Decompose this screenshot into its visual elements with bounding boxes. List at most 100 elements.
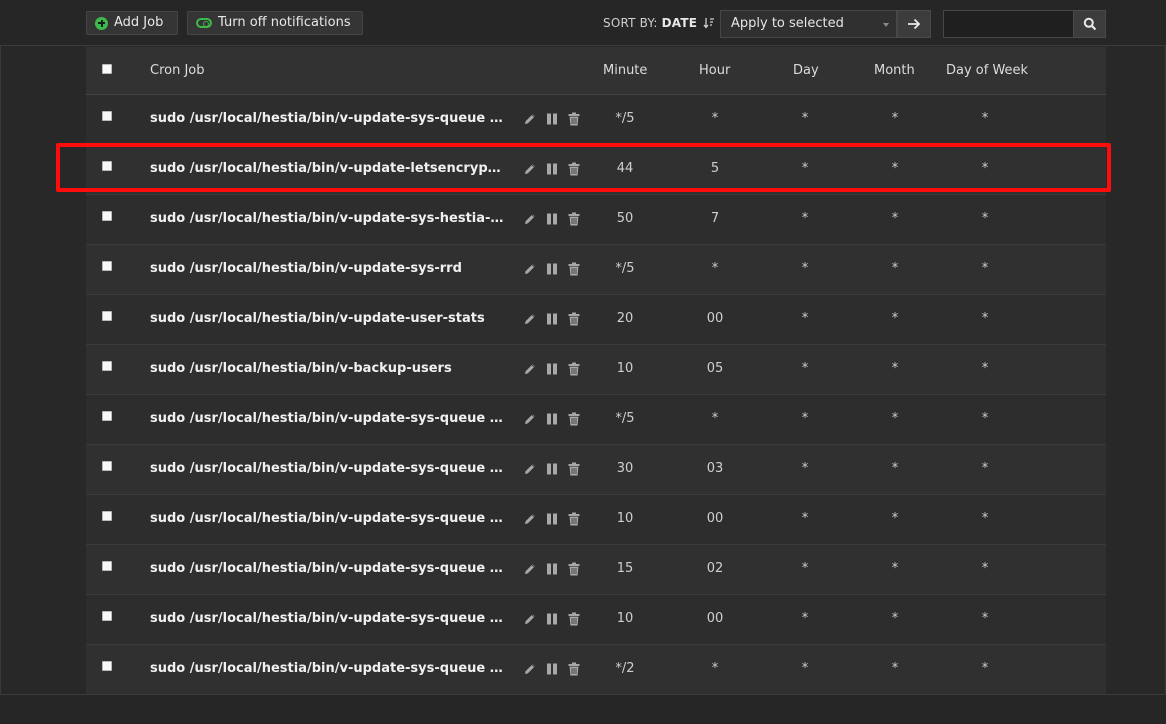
toggle-icon xyxy=(196,18,212,28)
cron-hour: 03 xyxy=(706,461,724,476)
cron-day-of-week: * xyxy=(981,461,989,476)
cron-day-of-week: * xyxy=(981,561,989,576)
cron-day: * xyxy=(801,611,809,626)
cron-month: * xyxy=(891,511,899,526)
cron-command[interactable]: sudo /usr/local/hestia/bin/v-update-sys-… xyxy=(150,261,505,277)
row-checkbox[interactable] xyxy=(102,661,112,671)
toolbar: Add Job Turn off notifications SORT BY: D… xyxy=(0,0,1166,46)
row-checkbox[interactable] xyxy=(102,261,112,271)
cron-command[interactable]: sudo /usr/local/hestia/bin/v-update-sys-… xyxy=(150,211,505,227)
cron-command[interactable]: sudo /usr/local/hestia/bin/v-update-sys-… xyxy=(150,511,505,527)
cron-day: * xyxy=(801,261,809,276)
add-job-button[interactable]: Add Job xyxy=(86,11,178,35)
cron-hour: 00 xyxy=(706,311,724,326)
cron-day-of-week: * xyxy=(981,661,989,676)
row-checkbox[interactable] xyxy=(102,411,112,421)
cron-day: * xyxy=(801,361,809,376)
cron-day-of-week: * xyxy=(981,211,989,226)
cron-hour: * xyxy=(711,261,719,276)
cron-day: * xyxy=(801,561,809,576)
cron-minute: 50 xyxy=(616,211,634,226)
cron-minute: */5 xyxy=(615,261,635,276)
cron-hour: 5 xyxy=(710,161,720,176)
apply-bulk-action-button[interactable] xyxy=(897,10,931,38)
cron-hour: * xyxy=(711,111,719,126)
select-all-checkbox[interactable] xyxy=(102,64,112,74)
bulk-action-selected: Apply to selected xyxy=(731,16,844,31)
table-row: sudo /usr/local/hestia/bin/v-update-sys-… xyxy=(86,545,1106,595)
table-row: sudo /usr/local/hestia/bin/v-update-sys-… xyxy=(86,95,1106,145)
cron-month: * xyxy=(891,611,899,626)
cron-minute: 10 xyxy=(616,611,634,626)
cron-command[interactable]: sudo /usr/local/hestia/bin/v-update-user… xyxy=(150,311,505,327)
row-checkbox[interactable] xyxy=(102,511,112,521)
cron-day-of-week: * xyxy=(981,261,989,276)
cron-day-of-week: * xyxy=(981,111,989,126)
row-checkbox[interactable] xyxy=(102,161,112,171)
row-checkbox[interactable] xyxy=(102,211,112,221)
cron-day-of-week: * xyxy=(981,361,989,376)
row-checkbox[interactable] xyxy=(102,611,112,621)
cron-day-of-week: * xyxy=(981,161,989,176)
row-checkbox[interactable] xyxy=(102,311,112,321)
header-day: Day xyxy=(793,63,819,78)
row-checkbox[interactable] xyxy=(102,561,112,571)
turn-off-notifications-button[interactable]: Turn off notifications xyxy=(187,11,363,35)
cron-hour: 05 xyxy=(706,361,724,376)
cron-command[interactable]: sudo /usr/local/hestia/bin/v-backup-user… xyxy=(150,361,505,377)
header-cron-job: Cron Job xyxy=(150,63,205,78)
table-row: sudo /usr/local/hestia/bin/v-update-sys-… xyxy=(86,645,1106,695)
table-row: sudo /usr/local/hestia/bin/v-update-sys-… xyxy=(86,445,1106,495)
cron-day: * xyxy=(801,461,809,476)
sort-by-label: SORT BY: xyxy=(603,16,658,30)
cron-month: * xyxy=(891,561,899,576)
cron-command[interactable]: sudo /usr/local/hestia/bin/v-update-sys-… xyxy=(150,111,505,127)
cron-minute: 44 xyxy=(616,161,634,176)
cron-day-of-week: * xyxy=(981,311,989,326)
sort-by-control[interactable]: SORT BY: DATE xyxy=(603,16,715,30)
search-button[interactable] xyxy=(1073,10,1106,38)
cron-month: * xyxy=(891,361,899,376)
arrow-right-icon xyxy=(908,18,921,30)
cron-command[interactable]: sudo /usr/local/hestia/bin/v-update-sys-… xyxy=(150,661,505,677)
cron-month: * xyxy=(891,461,899,476)
table-row: sudo /usr/local/hestia/bin/v-update-sys-… xyxy=(86,595,1106,645)
cron-day: * xyxy=(801,211,809,226)
cron-command[interactable]: sudo /usr/local/hestia/bin/v-update-sys-… xyxy=(150,411,505,427)
search-icon xyxy=(1083,17,1096,31)
cron-jobs-table: Cron Job Minute Hour Day Month Day of We… xyxy=(86,47,1106,695)
cron-day-of-week: * xyxy=(981,511,989,526)
table-row: sudo /usr/local/hestia/bin/v-update-sys-… xyxy=(86,195,1106,245)
cron-minute: 10 xyxy=(616,511,634,526)
cron-day: * xyxy=(801,111,809,126)
row-checkbox[interactable] xyxy=(102,461,112,471)
cron-command[interactable]: sudo /usr/local/hestia/bin/v-update-lets… xyxy=(150,161,505,177)
cron-month: * xyxy=(891,211,899,226)
search-input[interactable] xyxy=(943,10,1074,38)
cron-command[interactable]: sudo /usr/local/hestia/bin/v-update-sys-… xyxy=(150,461,505,477)
bulk-action-select[interactable]: Apply to selected xyxy=(720,10,897,38)
cron-day-of-week: * xyxy=(981,611,989,626)
table-row: sudo /usr/local/hestia/bin/v-update-sys-… xyxy=(86,495,1106,545)
row-checkbox[interactable] xyxy=(102,111,112,121)
cron-minute: 10 xyxy=(616,361,634,376)
cron-minute: 20 xyxy=(616,311,634,326)
cron-minute: */5 xyxy=(615,111,635,126)
cron-hour: 7 xyxy=(710,211,720,226)
cron-month: * xyxy=(891,661,899,676)
cron-day: * xyxy=(801,661,809,676)
cron-command[interactable]: sudo /usr/local/hestia/bin/v-update-sys-… xyxy=(150,611,505,627)
cron-month: * xyxy=(891,111,899,126)
cron-hour: * xyxy=(711,411,719,426)
cron-month: * xyxy=(891,411,899,426)
cron-month: * xyxy=(891,261,899,276)
footer-bar xyxy=(0,694,1166,724)
cron-day: * xyxy=(801,511,809,526)
row-checkbox[interactable] xyxy=(102,361,112,371)
chevron-down-icon xyxy=(883,23,889,27)
cron-command[interactable]: sudo /usr/local/hestia/bin/v-update-sys-… xyxy=(150,561,505,577)
table-row: sudo /usr/local/hestia/bin/v-update-sys-… xyxy=(86,395,1106,445)
cron-hour: 00 xyxy=(706,511,724,526)
cron-hour: 02 xyxy=(706,561,724,576)
table-row: sudo /usr/local/hestia/bin/v-update-sys-… xyxy=(86,245,1106,295)
